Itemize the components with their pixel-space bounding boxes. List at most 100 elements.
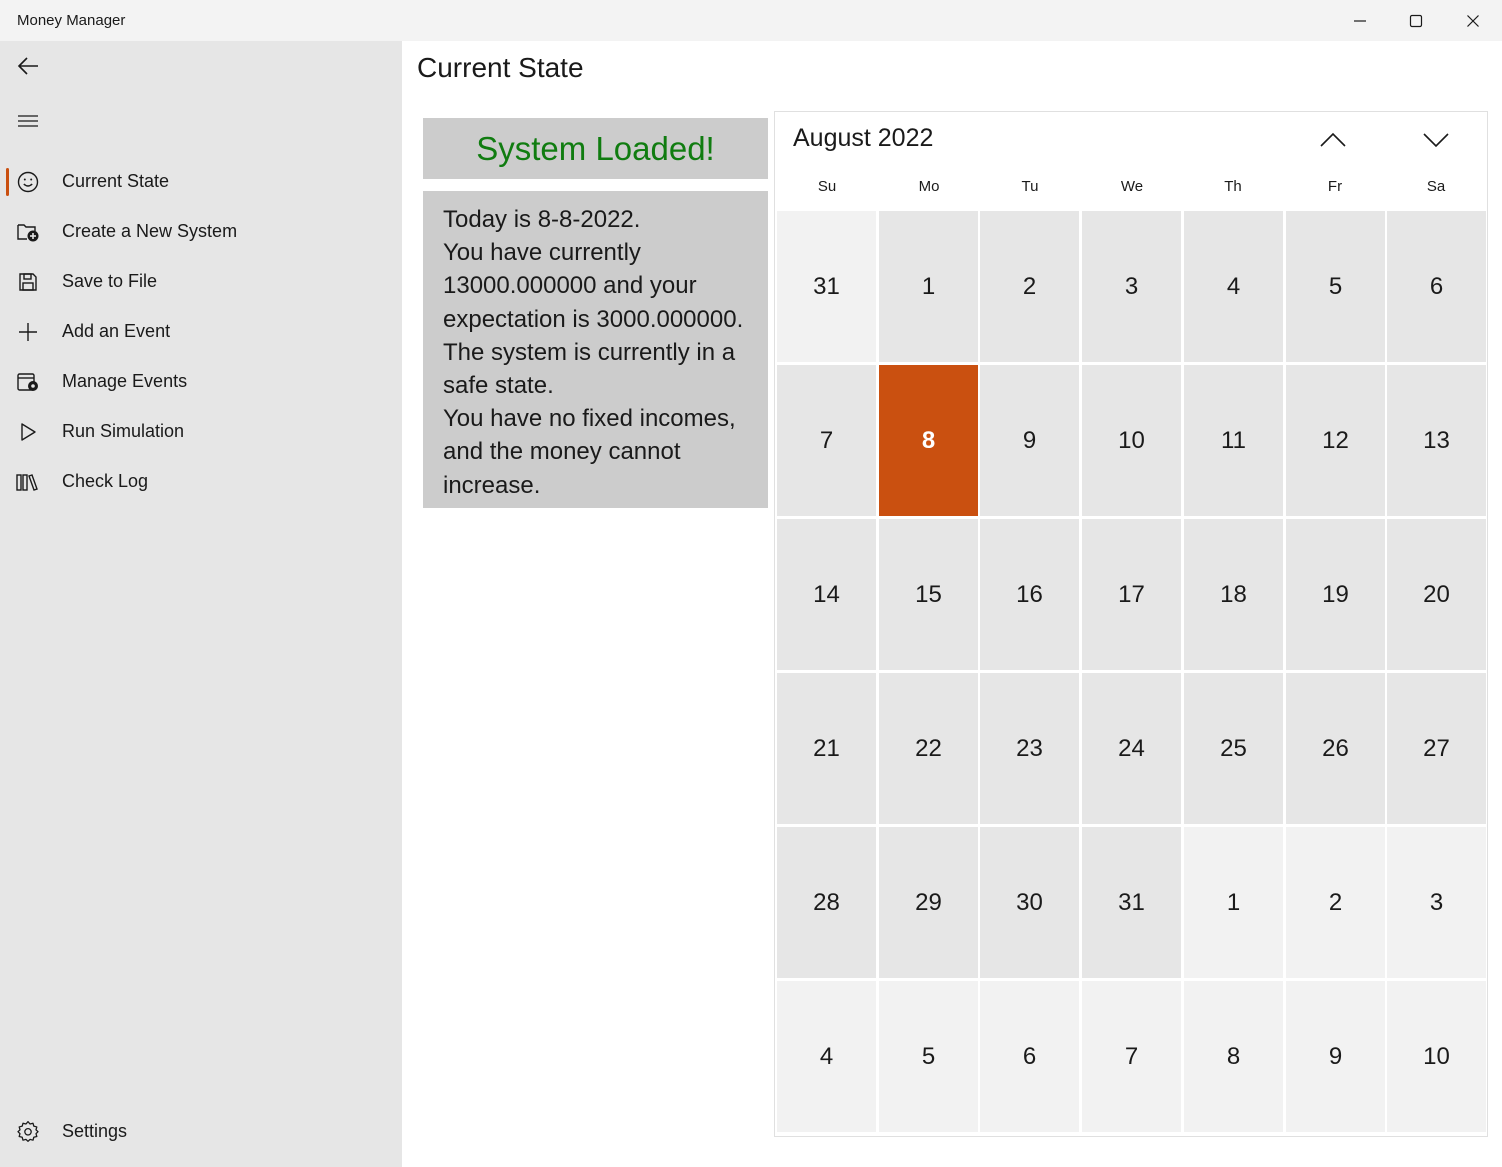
calendar-day-today[interactable]: 8 [879, 365, 978, 516]
close-icon [1467, 14, 1479, 27]
calendar-day[interactable]: 4 [1184, 211, 1283, 362]
calendar-day[interactable]: 4 [777, 981, 876, 1132]
info-line: safe state. [443, 372, 554, 400]
play-icon [16, 420, 40, 444]
info-line: increase. [443, 471, 541, 499]
calendar-day[interactable]: 6 [980, 981, 1079, 1132]
calendar-day[interactable]: 5 [879, 981, 978, 1132]
calendar-day[interactable]: 1 [879, 211, 978, 362]
info-line: Today is 8-8-2022. [443, 206, 641, 233]
calendar-day[interactable]: 7 [1082, 981, 1181, 1132]
calendar-day[interactable]: 5 [1286, 211, 1385, 362]
minimize-button[interactable] [1331, 0, 1389, 41]
calendar-day[interactable]: 26 [1286, 673, 1385, 824]
nav-item-save-to-file[interactable]: Save to File [0, 260, 402, 304]
calendar-day[interactable]: 19 [1286, 519, 1385, 670]
calendar-previous-button[interactable] [1308, 120, 1358, 160]
calendar-day[interactable]: 1 [1184, 827, 1283, 978]
nav-item-label: Manage Events [62, 371, 188, 391]
back-button[interactable] [8, 46, 48, 86]
weekday-header-row: Su Mo Tu We Th Fr Sa [776, 176, 1488, 208]
calendar-day[interactable]: 13 [1387, 365, 1486, 516]
close-button[interactable] [1444, 0, 1502, 41]
calendar-day[interactable]: 21 [777, 673, 876, 824]
calendar-day[interactable]: 16 [980, 519, 1079, 670]
maximize-button[interactable] [1387, 0, 1445, 41]
maximize-icon [1409, 14, 1423, 27]
nav-item-run-simulation[interactable]: Run Simulation [0, 410, 402, 454]
calendar-day[interactable]: 6 [1387, 211, 1486, 362]
calendar-day[interactable]: 25 [1184, 673, 1283, 824]
info-line: and the money cannot [443, 438, 681, 466]
calendar-day[interactable]: 17 [1082, 519, 1181, 670]
calendar-day[interactable]: 9 [1286, 981, 1385, 1132]
plus-icon [16, 320, 40, 344]
calendar-day[interactable]: 27 [1387, 673, 1486, 824]
calendar-settings-icon [16, 370, 40, 394]
info-line: expectation is 3000.000000. [443, 305, 744, 333]
nav-item-add-event[interactable]: Add an Event [0, 310, 402, 354]
back-arrow-icon [17, 57, 38, 75]
calendar-day[interactable]: 3 [1387, 827, 1486, 978]
calendar-view: August 2022 Su Mo Tu We Th Fr Sa 31 1 2 3 4 5… [774, 111, 1488, 1137]
page-title: Current State [417, 52, 584, 83]
nav-item-check-log[interactable]: Check Log [0, 460, 402, 504]
calendar-day[interactable]: 30 [980, 827, 1079, 978]
smiley-icon [16, 170, 40, 194]
calendar-day[interactable]: 3 [1082, 211, 1181, 362]
calendar-day[interactable]: 29 [879, 827, 978, 978]
status-message: System Loaded! [476, 129, 715, 167]
state-info-panel: Today is 8-8-2022. You have currently 13… [423, 191, 768, 508]
nav-item-create-system[interactable]: Create a New System [0, 210, 402, 254]
calendar-day[interactable]: 18 [1184, 519, 1283, 670]
folder-add-icon [16, 220, 40, 244]
selection-indicator [6, 168, 9, 196]
weekday-label: Fr [1327, 178, 1343, 195]
info-line: You have no fixed incomes, [443, 405, 736, 433]
info-line: You have currently [443, 239, 641, 267]
calendar-day[interactable]: 14 [777, 519, 876, 670]
calendar-day[interactable]: 22 [879, 673, 978, 824]
chevron-up-icon [1320, 132, 1346, 147]
hamburger-icon [18, 115, 38, 127]
nav-item-label: Create a New System [62, 221, 238, 241]
nav-item-manage-events[interactable]: Manage Events [0, 360, 402, 404]
calendar-month-header[interactable]: August 2022 [793, 124, 933, 153]
calendar-day[interactable]: 28 [777, 827, 876, 978]
calendar-day[interactable]: 11 [1184, 365, 1283, 516]
navigation-pane: Current State Create a New System Save t… [0, 41, 402, 1167]
calendar-day-grid: 31 1 2 3 4 5 6 7 8 9 10 11 12 13 14 15 16 17 18 19 20 21 22 23 2… [776, 211, 1488, 1135]
calendar-day[interactable]: 7 [777, 365, 876, 516]
calendar-day[interactable]: 31 [1082, 827, 1181, 978]
weekday-label: Su [817, 178, 837, 195]
calendar-next-button[interactable] [1411, 120, 1461, 160]
info-line: 13000.000000 and your [443, 272, 697, 300]
nav-item-current-state[interactable]: Current State [0, 160, 402, 204]
calendar-day[interactable]: 9 [980, 365, 1079, 516]
calendar-day[interactable]: 24 [1082, 673, 1181, 824]
nav-item-label: Current State [62, 171, 170, 191]
menu-toggle-button[interactable] [8, 101, 48, 141]
calendar-day[interactable]: 20 [1387, 519, 1486, 670]
calendar-day[interactable]: 10 [1082, 365, 1181, 516]
nav-item-label: Settings [62, 1121, 128, 1141]
title-bar: Money Manager [0, 0, 1502, 41]
status-panel: System Loaded! [423, 118, 768, 179]
calendar-day[interactable]: 8 [1184, 981, 1283, 1132]
calendar-day[interactable]: 23 [980, 673, 1079, 824]
calendar-day[interactable]: 10 [1387, 981, 1486, 1132]
calendar-day[interactable]: 12 [1286, 365, 1385, 516]
weekday-label: Th [1224, 178, 1242, 195]
library-icon [16, 470, 40, 494]
weekday-label: Sa [1426, 178, 1446, 195]
nav-item-settings[interactable]: Settings [0, 1110, 402, 1154]
calendar-day[interactable]: 15 [879, 519, 978, 670]
calendar-day[interactable]: 2 [1286, 827, 1385, 978]
calendar-day[interactable]: 31 [777, 211, 876, 362]
nav-item-label: Check Log [62, 471, 149, 491]
weekday-label: Tu [1021, 178, 1039, 195]
nav-item-label: Run Simulation [62, 421, 185, 441]
minimize-icon [1354, 19, 1366, 22]
info-line: The system is currently in a [443, 338, 736, 366]
calendar-day[interactable]: 2 [980, 211, 1079, 362]
